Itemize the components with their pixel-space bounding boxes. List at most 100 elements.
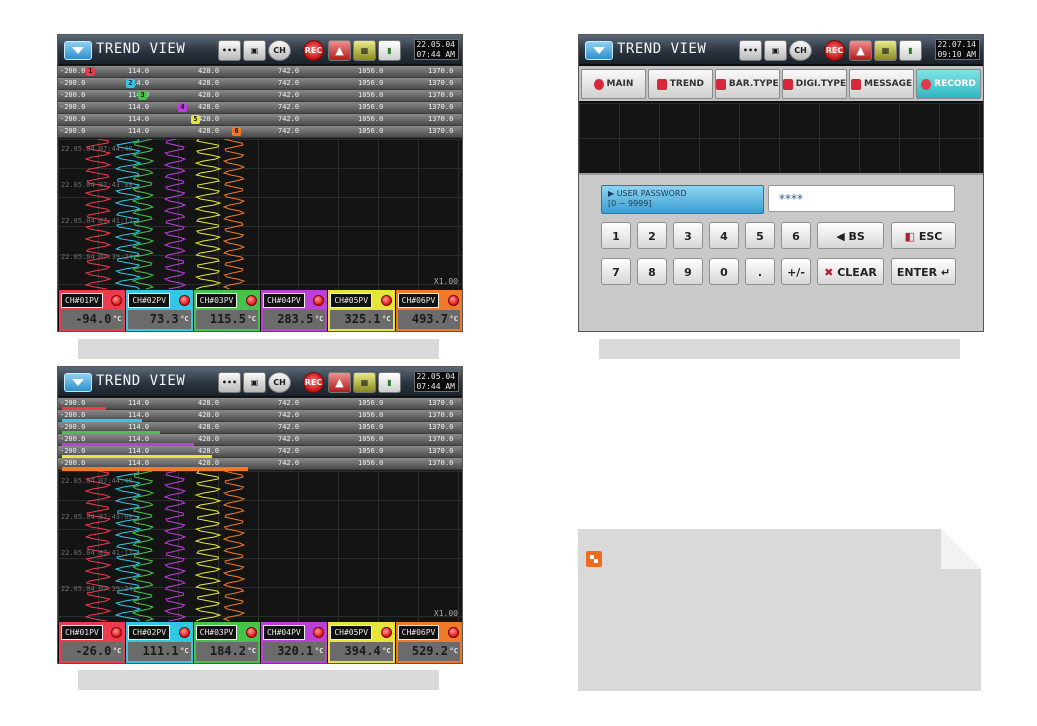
time-label: 22.05.04 07:39:24 [61,585,133,593]
channel-button[interactable]: CH [268,372,291,393]
key-9[interactable]: 9 [673,258,703,285]
time-label: 22.05.04 07:43:00 [61,181,133,189]
note-fold-corner [941,529,981,569]
value-text: 529.2 [411,644,448,658]
bar-type-icon [715,78,726,90]
sd-card-icon[interactable]: ▦ [874,40,897,61]
date: 22.05.04 [416,40,455,49]
clear-button[interactable]: ✖ CLEAR [817,258,884,285]
tab-bar-type[interactable]: BAR.TYPE [714,69,780,99]
more-button[interactable]: ••• [218,40,241,61]
key-4[interactable]: 4 [709,222,739,249]
key-0[interactable]: 0 [709,258,739,285]
channel-3[interactable]: CH#03PV 115.5 °C [192,290,260,331]
key-3[interactable]: 3 [673,222,703,249]
channel-6[interactable]: CH#06PV 529.2 °C [394,622,462,663]
message-icon [851,78,862,90]
channel-value: -26.0 °C [61,642,124,661]
key-label: CLEAR [837,266,877,279]
key-plus-minus[interactable]: +/- [781,258,811,285]
key-decimal[interactable]: . [745,258,775,285]
key-7[interactable]: 7 [601,258,631,285]
channel-name: CH#01PV [61,625,103,640]
scale-row-2: -200.0 114.0 428.0 742.0 1056.0 1370.0 [58,410,462,423]
alarm-icon[interactable]: ▲ [328,40,351,61]
camera-icon[interactable]: ▣ [764,40,787,61]
channel-marker-6: 6 [232,127,241,136]
channel-6[interactable]: CH#06PV 493.7 °C [394,290,462,331]
more-button[interactable]: ••• [218,372,241,393]
key-5[interactable]: 5 [745,222,775,249]
tab-digi-type[interactable]: DIGI.TYPE [781,69,848,99]
alarm-icon[interactable]: ▲ [328,372,351,393]
enter-icon: ↵ [937,266,951,279]
channel-button[interactable]: CH [268,40,291,61]
camera-icon[interactable]: ▣ [243,372,266,393]
menu-dropdown-icon[interactable] [64,373,92,392]
channel-value: 493.7 °C [397,310,460,329]
scale-row-4: -200.0 114.0 428.0 742.0 1056.0 1370.0 4 [58,102,462,114]
alarm-lamp-icon [380,295,392,306]
key-label: ESC [918,230,943,243]
record-icon[interactable]: REC [303,40,324,61]
channel-4[interactable]: CH#04PV 283.5 °C [259,290,328,331]
channel-trend-line [163,139,187,290]
menu-dropdown-icon[interactable] [64,41,92,60]
date: 22.05.04 [416,372,455,381]
key-8[interactable]: 8 [637,258,667,285]
camera-icon[interactable]: ▣ [243,40,266,61]
scale-value: 1056.0 [358,91,384,99]
key-label: ENTER [896,266,938,279]
zoom-level: X1.00 [433,277,458,286]
channel-2[interactable]: CH#02PV 73.3 °C [125,290,193,331]
channel-5[interactable]: CH#05PV 325.1 °C [327,290,395,331]
usb-icon[interactable]: ▮ [378,40,401,61]
alarm-lamp-icon [447,295,459,306]
tab-trend[interactable]: TREND [647,69,713,99]
channel-value: 111.1 °C [128,642,191,661]
backspace-button[interactable]: ◀ BS [817,222,884,249]
scale-value: 114.0 [128,115,150,123]
enter-button[interactable]: ENTER ↵ [891,258,956,285]
alarm-icon[interactable]: ▲ [849,40,872,61]
tab-record[interactable]: RECORD [916,69,981,99]
record-icon[interactable]: REC [824,40,845,61]
scale-value: -200.0 [60,127,86,135]
usb-icon[interactable]: ▮ [899,40,922,61]
alarm-lamp-icon [447,627,459,638]
record-icon[interactable]: REC [303,372,324,393]
channel-1[interactable]: CH#01PV -26.0 °C [58,622,126,663]
escape-button[interactable]: ◧ ESC [891,222,956,249]
escape-icon: ◧ [904,230,919,243]
channel-1[interactable]: CH#01PV -94.0 °C [58,290,126,331]
tab-label: TREND [669,79,704,89]
password-label-text: ▶ USER PASSWORD [608,189,687,198]
tab-main[interactable]: MAIN [581,69,646,99]
title-bar: TREND VIEW ••• ▣ CH REC ▲ ▦ ▮ 22.05.04 0… [58,367,462,397]
channel-5[interactable]: CH#05PV 394.4 °C [327,622,395,663]
channel-2[interactable]: CH#02PV 111.1 °C [125,622,193,663]
channel-bar: CH#01PV -26.0 °C CH#02PV 111.1 °C CH#03PV … [58,622,462,663]
sd-card-icon[interactable]: ▦ [353,372,376,393]
key-2[interactable]: 2 [637,222,667,249]
tab-message[interactable]: MESSAGE [849,69,915,99]
scale-value: 1370.0 [428,127,454,135]
channel-value: 320.1 °C [262,642,326,661]
alarm-lamp-icon [245,295,257,306]
password-input[interactable]: **** [768,185,955,212]
channel-trend-line [84,139,112,290]
channel-4[interactable]: CH#04PV 320.1 °C [259,622,328,663]
more-button[interactable]: ••• [739,40,762,61]
channel-button[interactable]: CH [789,40,812,61]
usb-icon[interactable]: ▮ [378,372,401,393]
value-text: 320.1 [277,644,314,658]
scale-value: 428.0 [198,399,220,407]
time-label: 22.05.04 07:43:00 [61,513,133,521]
time-label: 22.05.04 07:39:24 [61,253,133,261]
channel-3[interactable]: CH#03PV 184.2 °C [192,622,260,663]
key-1[interactable]: 1 [601,222,631,249]
sd-card-icon[interactable]: ▦ [353,40,376,61]
trend-icon [656,78,667,90]
key-6[interactable]: 6 [781,222,811,249]
menu-dropdown-icon[interactable] [585,41,613,60]
